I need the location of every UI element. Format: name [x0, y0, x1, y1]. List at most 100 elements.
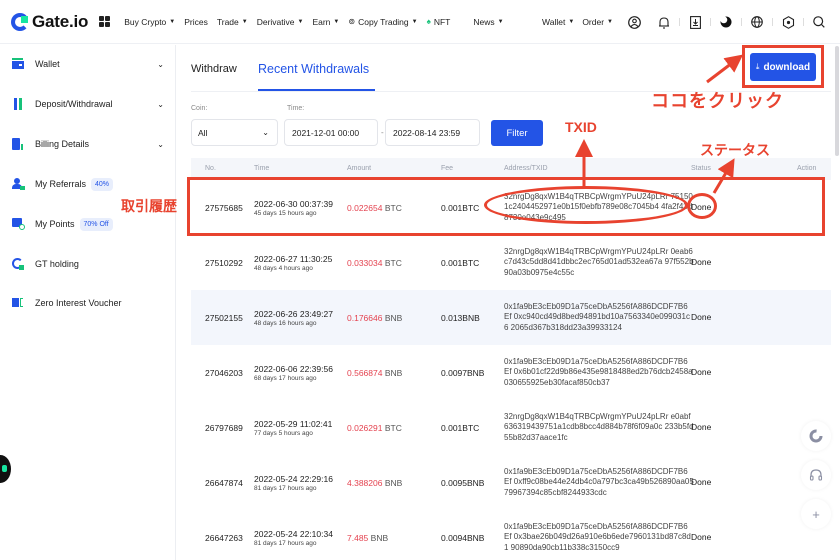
row-time: 2022-05-29 11:02:41 [254, 418, 333, 429]
coin-select[interactable]: All ⌄ [191, 119, 278, 146]
status-badge: Done [691, 476, 712, 487]
start-date-value: 2021-12-01 00:00 [292, 127, 360, 138]
gate-logo-icon [11, 12, 29, 31]
row-time-ago: 81 days 17 hours ago [254, 539, 317, 547]
status-badge: Done [691, 256, 712, 267]
nav-wallet[interactable]: Wallet ▼ [542, 17, 574, 27]
headset-icon[interactable] [801, 460, 831, 490]
user-icon[interactable] [627, 15, 641, 29]
row-time-ago: 48 days 4 hours ago [254, 264, 313, 272]
sidebar: Wallet ⌄ Deposit/Withdrawal ⌄ Billing De… [0, 45, 176, 560]
voucher-icon [12, 297, 24, 309]
caret-down-icon: ▼ [333, 18, 340, 25]
nav-label: Earn [312, 16, 331, 27]
row-address-txid[interactable]: 0x1fa9bE3cEb09D1a75ceDbA5256fA886DCDF7B6… [504, 357, 694, 389]
apps-grid-icon[interactable] [99, 16, 111, 27]
coin-label: Coin: [191, 105, 208, 112]
row-time: 2022-06-06 22:39:56 [254, 363, 333, 374]
table-row: 26647263 2022-05-24 22:10:34 81 days 17 ho… [191, 510, 831, 560]
download-app-icon[interactable] [688, 15, 702, 29]
refresh-icon[interactable] [801, 421, 831, 451]
caret-down-icon: ▼ [411, 18, 418, 25]
nav-nft[interactable]: ♠ NFT [427, 17, 451, 27]
row-amount: 4.388206 BNB [347, 478, 402, 488]
row-amount: 0.026291 BTC [347, 423, 402, 433]
nav-copy-trading[interactable]: ⊚ Copy Trading ▼ [348, 17, 417, 27]
end-date-input[interactable]: 2022-08-14 23:59 [385, 119, 480, 146]
status-highlight-circle [687, 193, 717, 219]
nav-divider [803, 18, 804, 26]
plus-icon[interactable]: + [801, 499, 831, 529]
row-time-ago: 81 days 17 hours ago [254, 484, 317, 492]
amount-coin: BNB [370, 532, 389, 543]
row-time-ago: 77 days 5 hours ago [254, 429, 313, 437]
search-icon[interactable] [812, 15, 826, 29]
row-time: 2022-05-24 22:10:34 [254, 528, 333, 539]
row-time-ago: 48 days 16 hours ago [254, 319, 317, 327]
sidebar-item-my-points[interactable]: My Points 70% Off [0, 214, 176, 234]
row-amount: 7.485 BNB [347, 533, 388, 543]
main-content: Withdraw Recent Withdrawals ⤓ download C… [177, 45, 831, 560]
status-annotation: ステータス [700, 142, 770, 158]
nav-trade[interactable]: Trade ▼ [217, 17, 248, 27]
status-badge: Done [691, 421, 712, 432]
row-address-txid[interactable]: 0x1fa9bE3cEb09D1a75ceDbA5256fA886DCDF7B6… [504, 522, 694, 554]
txid-annotation: TXID [565, 119, 597, 135]
amount-value: 4.388206 [347, 477, 383, 488]
amount-value: 0.566874 [347, 367, 383, 378]
header-action: Action [797, 165, 817, 172]
sidebar-item-deposit-withdrawal[interactable]: Deposit/Withdrawal ⌄ [0, 94, 176, 114]
nav-label: Wallet [542, 17, 566, 27]
nav-prices[interactable]: Prices [184, 17, 208, 27]
header-time: Time [254, 165, 270, 172]
amount-value: 0.026291 [347, 422, 383, 433]
caret-down-icon: ▼ [241, 18, 248, 25]
nav-earn[interactable]: Earn ▼ [312, 17, 339, 27]
sidebar-label: GT holding [35, 259, 79, 269]
settings-icon[interactable] [781, 15, 795, 29]
nav-news[interactable]: News ▼ [473, 17, 503, 27]
tab-withdraw[interactable]: Withdraw [191, 63, 237, 75]
sidebar-label: My Referrals [35, 179, 87, 189]
start-date-input[interactable]: 2021-12-01 00:00 [284, 119, 378, 146]
header-no: No. [205, 165, 216, 172]
scrollbar-thumb[interactable] [835, 46, 839, 156]
nav-derivative[interactable]: Derivative ▼ [257, 17, 304, 27]
table-row: 26797689 2022-05-29 11:02:41 77 days 5 hou… [191, 400, 831, 455]
row-amount: 0.033034 BTC [347, 258, 402, 268]
nav-label: NFT [433, 16, 451, 27]
sidebar-item-gt-holding[interactable]: GT holding [0, 254, 176, 274]
header-amount: Amount [347, 165, 372, 172]
globe-icon[interactable] [750, 15, 764, 29]
sidebar-item-my-referrals[interactable]: My Referrals 40% [0, 174, 176, 194]
bell-icon[interactable] [657, 15, 671, 29]
tab-recent-withdrawals[interactable]: Recent Withdrawals [258, 62, 369, 76]
row-address-txid[interactable]: 32nrgDg8qxW1B4qTRBCpWrgmYPuU24pLRr 0eab6… [504, 247, 694, 279]
theme-icon[interactable] [719, 15, 733, 29]
status-badge: Done [691, 366, 712, 377]
amount-coin: BTC [384, 257, 402, 268]
sidebar-item-zero-interest-voucher[interactable]: Zero Interest Voucher [0, 293, 176, 313]
points-icon [12, 218, 25, 230]
filter-button[interactable]: Filter [491, 120, 543, 146]
coin-select-value: All [198, 127, 208, 138]
header-fee: Fee [441, 165, 454, 172]
amount-value: 0.033034 [347, 257, 383, 268]
points-badge: 70% Off [79, 217, 113, 231]
referral-badge: 40% [91, 177, 114, 191]
row-address-txid[interactable]: 0x1fa9bE3cEb09D1a75ceDbA5256fA886DCDF7B6… [504, 302, 694, 334]
chevron-down-icon: ⌄ [262, 128, 269, 137]
nav-order[interactable]: Order ▼ [582, 17, 613, 27]
sidebar-item-billing-details[interactable]: Billing Details ⌄ [0, 134, 176, 154]
gate-logo[interactable]: Gate.io [11, 12, 88, 32]
sidebar-label: My Points [35, 219, 75, 229]
row-address-txid[interactable]: 0x1fa9bE3cEb09D1a75ceDbA5256fA886DCDF7B6… [504, 467, 694, 499]
chevron-down-icon: ⌄ [157, 59, 164, 69]
time-label: Time: [287, 105, 305, 112]
sidebar-item-wallet[interactable]: Wallet ⌄ [0, 54, 176, 74]
amount-coin: BNB [384, 477, 403, 488]
row-address-txid[interactable]: 32nrgDg8qxW1B4qTRBCpWrgmYPuU24pLRr e0abf… [504, 412, 694, 444]
nav-label: Derivative [256, 16, 295, 27]
nav-buy-crypto[interactable]: Buy Crypto ▼ [124, 17, 175, 27]
header-status: Status [691, 165, 711, 172]
